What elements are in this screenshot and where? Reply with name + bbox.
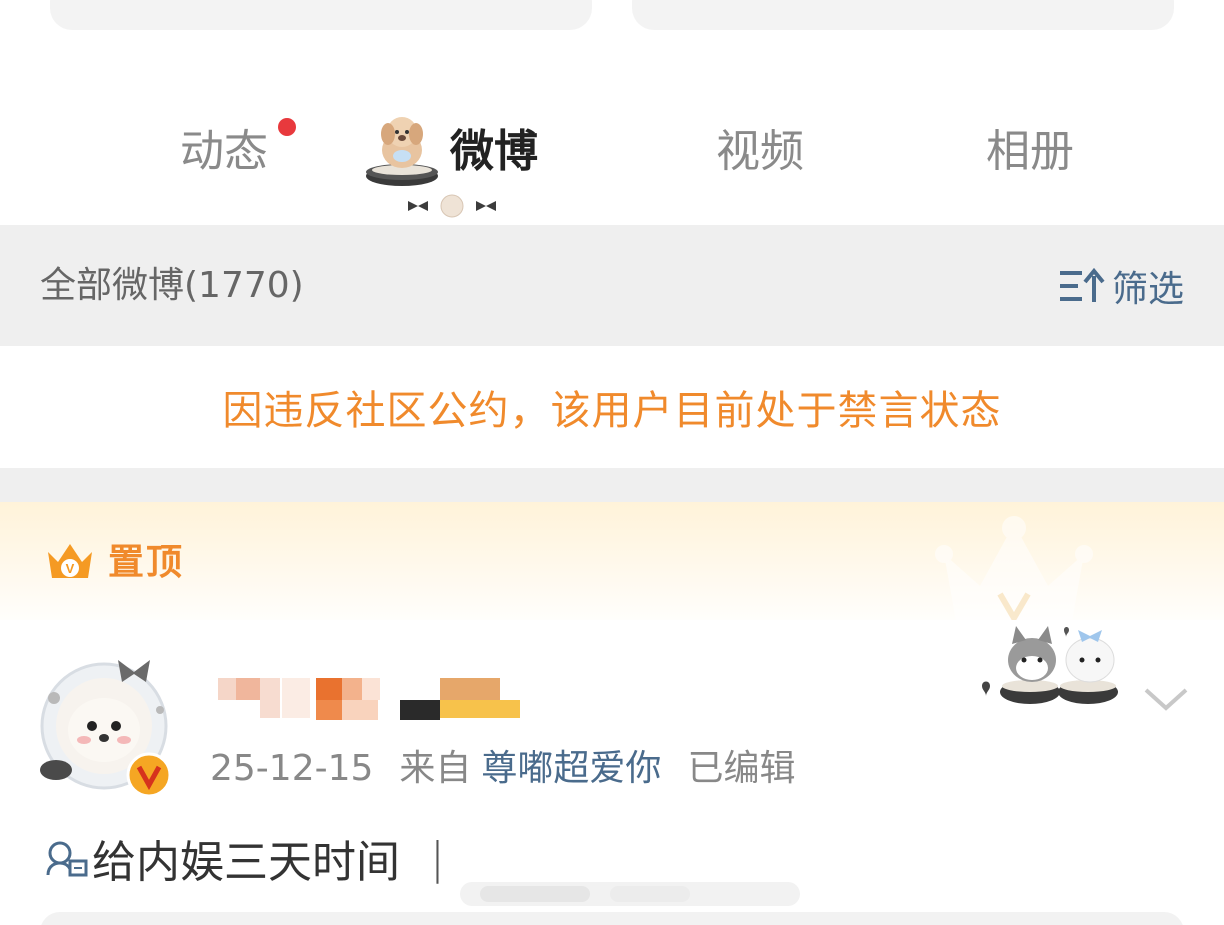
bow-decoration-icon: [408, 194, 496, 218]
super-topic-icon: [46, 841, 88, 877]
edited-label: 已编辑: [687, 748, 796, 789]
puppy-mascot-icon: [366, 117, 438, 186]
pinned-label: 置顶: [108, 542, 185, 583]
verified-badge-icon: [126, 752, 172, 798]
username-blurred[interactable]: [218, 678, 528, 722]
ban-notice-text: 因违反社区公约，该用户目前处于禁言状态: [222, 388, 1002, 434]
post-date: 25-12-15: [210, 748, 374, 789]
post-filter-bar: 全部微博(1770) 筛选: [0, 225, 1224, 346]
chevron-down-icon[interactable]: [1142, 684, 1190, 714]
ban-notice: 因违反社区公约，该用户目前处于禁言状态: [0, 346, 1224, 468]
post-content[interactable]: 给内娱三天时间 |: [44, 828, 800, 906]
top-card-right[interactable]: [632, 0, 1174, 30]
pets-decoration-icon: [982, 626, 1118, 704]
crown-watermark-icon: [935, 516, 1093, 632]
top-cards-area: [0, 0, 1224, 40]
filter-sort-icon: [1059, 267, 1105, 302]
post-source-link[interactable]: 尊嘟超爱你: [481, 748, 661, 789]
text-cursor: |: [430, 832, 445, 884]
notification-dot: [278, 118, 296, 136]
filter-button[interactable]: 筛选: [1058, 261, 1184, 311]
source-prefix: 来自: [399, 748, 472, 789]
blurred-content: [460, 882, 800, 906]
tab-dynamic[interactable]: 动态: [180, 122, 268, 182]
pinned-post[interactable]: 25-12-15 来自 尊嘟超爱你 已编辑 给内娱三天时间 |: [0, 620, 1224, 925]
tab-albums[interactable]: 相册: [986, 122, 1074, 182]
tab-weibo[interactable]: 微博: [450, 122, 538, 182]
filter-label: 筛选: [1111, 269, 1184, 310]
tab-videos[interactable]: 视频: [716, 122, 804, 182]
post-meta: 25-12-15 来自 尊嘟超爱你 已编辑: [210, 746, 795, 792]
all-posts-count: 全部微博(1770): [40, 265, 304, 306]
repost-card[interactable]: [40, 912, 1184, 925]
post-text: 给内娱三天时间: [92, 837, 400, 888]
top-card-left[interactable]: [50, 0, 592, 30]
section-divider: [0, 468, 1224, 502]
pinned-header: V 置顶: [0, 502, 1224, 632]
crown-badge-letter: V: [66, 561, 75, 576]
profile-tabs: 动态 微博 视频 相册: [0, 100, 1224, 225]
crown-icon: V: [48, 544, 92, 578]
